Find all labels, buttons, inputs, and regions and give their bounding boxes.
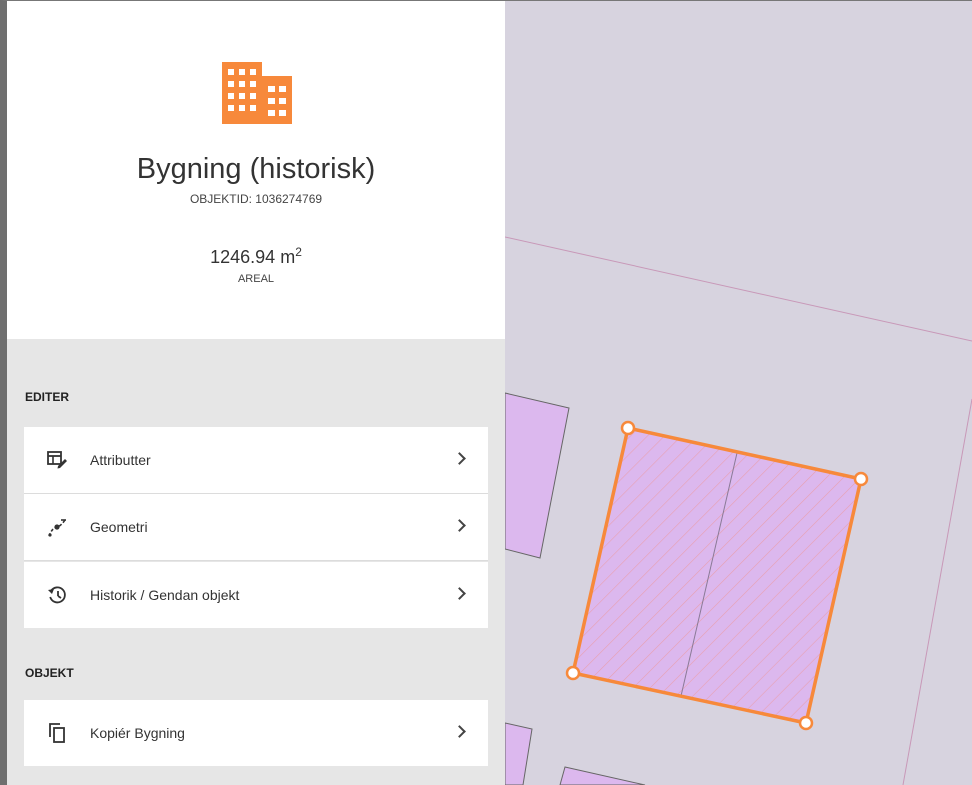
vertex-handle[interactable] xyxy=(853,471,869,487)
menu-item-label: Attributter xyxy=(90,452,151,468)
copy-icon xyxy=(46,722,68,744)
vertex-handle[interactable] xyxy=(565,665,581,681)
chevron-right-icon xyxy=(453,519,466,532)
parcel-boundary xyxy=(902,398,972,785)
vertex-handle[interactable] xyxy=(620,420,636,436)
parcel-boundary xyxy=(505,236,972,342)
building-icon xyxy=(222,62,292,129)
feature-title: Bygning (historisk) xyxy=(136,153,376,185)
menu-item-label: Historik / Gendan objekt xyxy=(90,587,240,603)
feature-panel: Bygning (historisk) OBJEKTID: 1036274769… xyxy=(7,1,505,785)
history-restore-icon xyxy=(46,584,68,606)
menu-item-attributes[interactable]: Attributter xyxy=(24,427,488,493)
chevron-right-icon xyxy=(453,587,466,600)
menu-item-history[interactable]: Historik / Gendan objekt xyxy=(24,562,488,628)
geometry-edit-icon xyxy=(46,516,68,538)
chevron-right-icon xyxy=(453,725,466,738)
vertex-handle[interactable] xyxy=(798,715,814,731)
neighbor-building[interactable] xyxy=(505,392,570,559)
object-id: OBJEKTID: 1036274769 xyxy=(189,192,323,206)
section-heading-object: OBJEKT xyxy=(25,666,74,680)
area-number: 1246.94 m xyxy=(210,247,296,267)
feature-header: Bygning (historisk) OBJEKTID: 1036274769… xyxy=(7,1,505,339)
attributes-edit-icon xyxy=(46,449,68,471)
chevron-right-icon xyxy=(453,452,466,465)
neighbor-building[interactable] xyxy=(559,766,646,785)
menu-item-geometry[interactable]: Geometri xyxy=(24,494,488,560)
selected-building-hatch xyxy=(573,428,861,723)
menu-item-label: Geometri xyxy=(90,519,148,535)
map-view[interactable] xyxy=(505,1,972,785)
area-label: AREAL xyxy=(237,273,275,285)
neighbor-building[interactable] xyxy=(505,722,533,785)
menu-item-label: Kopiér Bygning xyxy=(90,725,185,741)
area-value: 1246.94 m2 xyxy=(7,245,505,268)
area-unit-exponent: 2 xyxy=(295,245,302,259)
divider xyxy=(24,560,488,561)
section-heading-edit: EDITER xyxy=(25,390,70,404)
map-canvas[interactable] xyxy=(505,1,972,785)
menu-item-copy-building[interactable]: Kopiér Bygning xyxy=(24,700,488,766)
